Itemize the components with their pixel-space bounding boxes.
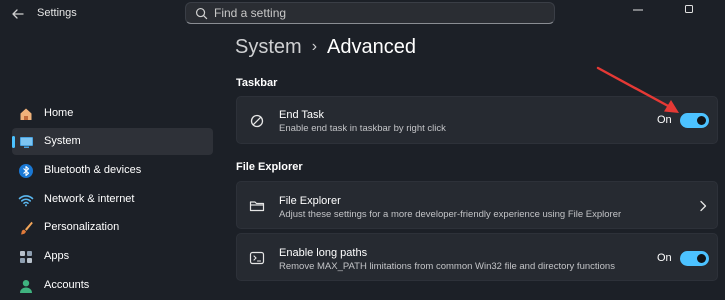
section-title-taskbar: Taskbar — [236, 77, 278, 89]
toggle-knob — [697, 254, 706, 263]
back-arrow-icon[interactable] — [10, 6, 26, 22]
breadcrumb-system-link[interactable]: System — [235, 36, 302, 58]
end-task-toggle[interactable] — [680, 113, 709, 128]
end-task-description: Enable end task in taskbar by right clic… — [279, 123, 446, 134]
selection-indicator — [12, 136, 15, 148]
end-task-state-label: On — [657, 114, 672, 126]
sidebar-item-personalization[interactable]: Personalization — [12, 214, 213, 241]
long-paths-state-label: On — [657, 252, 672, 264]
file-explorer-card[interactable]: File Explorer Adjust these settings for … — [236, 181, 718, 229]
maximize-icon[interactable] — [677, 2, 701, 18]
sidebar-item-accounts[interactable]: Accounts — [12, 272, 213, 299]
minimize-icon[interactable] — [626, 2, 650, 18]
search-icon — [195, 7, 208, 20]
long-paths-title: Enable long paths — [279, 247, 368, 259]
paintbrush-icon — [20, 221, 33, 235]
breadcrumb-separator: › — [311, 38, 318, 55]
long-path-icon — [249, 251, 265, 265]
page-title: Advanced — [327, 36, 416, 58]
apps-icon — [20, 251, 32, 263]
bluetooth-icon — [19, 164, 33, 178]
system-monitor-icon — [20, 137, 33, 148]
search-input[interactable] — [214, 5, 544, 21]
breadcrumb: System › Advanced — [235, 36, 416, 59]
chevron-right-icon — [700, 200, 707, 212]
home-icon — [20, 108, 32, 120]
sidebar-item-bluetooth[interactable]: Bluetooth & devices — [12, 157, 213, 184]
prohibited-icon — [250, 114, 264, 128]
account-icon — [20, 280, 32, 293]
sidebar-item-apps[interactable]: Apps — [12, 243, 213, 270]
title-bar: Settings — [0, 0, 725, 28]
sidebar-item-system[interactable]: System — [12, 128, 213, 155]
file-explorer-title: File Explorer — [279, 195, 341, 207]
end-task-card: End Task Enable end task in taskbar by r… — [236, 96, 718, 144]
long-paths-card: Enable long paths Remove MAX_PATH limita… — [236, 233, 718, 281]
file-explorer-description: Adjust these settings for a more develop… — [279, 209, 622, 220]
sidebar-item-home[interactable]: Home — [12, 100, 213, 127]
app-title: Settings — [37, 7, 77, 19]
folder-icon — [249, 201, 265, 212]
sidebar-item-network[interactable]: Network & internet — [12, 186, 213, 213]
wifi-icon — [18, 195, 34, 207]
section-title-file-explorer: File Explorer — [236, 161, 303, 173]
end-task-title: End Task — [279, 109, 325, 121]
long-paths-description: Remove MAX_PATH limitations from common … — [279, 261, 615, 272]
search-box[interactable] — [185, 2, 555, 24]
long-paths-toggle[interactable] — [680, 251, 709, 266]
toggle-knob — [697, 116, 706, 125]
